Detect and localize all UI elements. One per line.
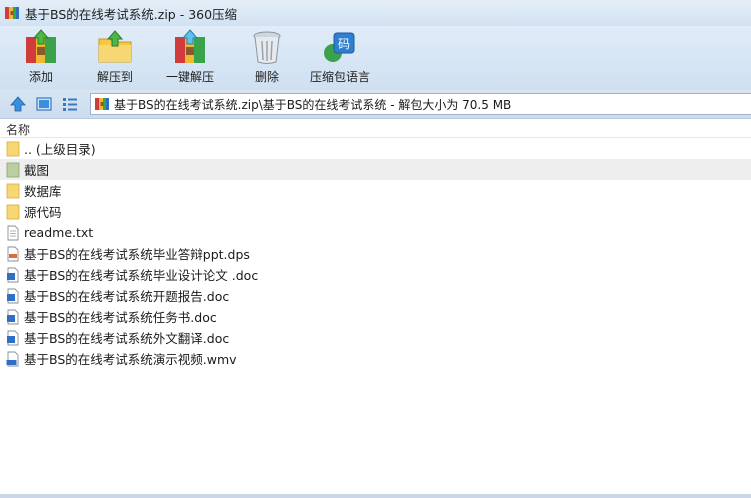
file-name: 基于BS的在线考试系统开题报告.doc (24, 289, 230, 304)
file-name: 基于BS的在线考试系统外文翻译.doc (24, 331, 230, 346)
arrow-up-icon[interactable] (9, 95, 27, 113)
extract-to-icon (98, 30, 132, 63)
file-row-assignment[interactable]: 基于BS的在线考试系统任务书.doc (0, 306, 751, 327)
archive-app-icon (5, 7, 19, 19)
file-name: 基于BS的在线考试系统任务书.doc (24, 310, 217, 325)
folder-icon (6, 204, 20, 219)
word-document-icon (7, 288, 19, 303)
file-name: 源代码 (24, 205, 62, 220)
word-document-icon (7, 309, 19, 324)
delete-button-label: 删除 (254, 70, 279, 84)
file-name: 数据库 (24, 184, 62, 199)
address-bar: 基于BS的在线考试系统.zip\基于BS的在线考试系统 - 解包大小为 70.5… (0, 90, 751, 119)
file-row-translation[interactable]: 基于BS的在线考试系统外文翻译.doc (0, 327, 751, 348)
path-text: 基于BS的在线考试系统.zip\基于BS的在线考试系统 - 解包大小为 70.5… (114, 97, 512, 112)
svg-text:码: 码 (338, 37, 350, 51)
archive-language-button[interactable]: 码 压缩包语言 (310, 29, 370, 87)
add-archive-icon (26, 29, 56, 63)
word-document-icon (7, 330, 19, 345)
add-button[interactable]: 添加 (22, 29, 60, 87)
file-row-database[interactable]: 数据库 (0, 180, 751, 201)
archive-language-icon: 码 (324, 32, 355, 62)
text-file-icon (7, 225, 19, 240)
extract-to-button[interactable]: 解压到 (96, 29, 134, 87)
extract-to-button-label: 解压到 (96, 70, 133, 84)
file-row-thesis[interactable]: 基于BS的在线考试系统毕业设计论文 .doc (0, 264, 751, 285)
one-click-extract-button[interactable]: 一键解压 (166, 29, 214, 87)
file-name: 基于BS的在线考试系统毕业设计论文 .doc (24, 268, 259, 283)
file-row-readme[interactable]: readme.txt (0, 222, 751, 243)
video-file-icon (6, 351, 19, 366)
file-name: readme.txt (24, 225, 94, 240)
folder-icon (6, 141, 20, 156)
list-view-icon[interactable] (61, 95, 79, 113)
column-header-name[interactable]: 名称 (6, 121, 30, 138)
file-row-proposal[interactable]: 基于BS的在线考试系统开题报告.doc (0, 285, 751, 306)
one-click-extract-icon (175, 29, 205, 63)
file-name: .. (上级目录) (24, 142, 96, 157)
archive-language-button-label: 压缩包语言 (310, 70, 371, 84)
file-name: 截图 (24, 163, 50, 178)
zip-archive-icon (95, 98, 109, 110)
file-row-source-code[interactable]: 源代码 (0, 201, 751, 222)
file-row-video[interactable]: 基于BS的在线考试系统演示视频.wmv (0, 348, 751, 369)
folder-icon (6, 183, 20, 198)
file-row-parent[interactable]: .. (上级目录) (0, 138, 751, 159)
list-header: 名称 (0, 119, 751, 138)
image-folder-icon (6, 162, 20, 177)
window-bottom-edge (0, 494, 751, 498)
title-bar: 基于BS的在线考试系统.zip - 360压缩 (0, 0, 751, 26)
presentation-file-icon (7, 246, 19, 261)
path-field[interactable]: 基于BS的在线考试系统.zip\基于BS的在线考试系统 - 解包大小为 70.5… (90, 93, 751, 115)
add-button-label: 添加 (28, 70, 53, 84)
window-title: 基于BS的在线考试系统.zip - 360压缩 (25, 6, 238, 22)
file-name: 基于BS的在线考试系统演示视频.wmv (24, 352, 237, 367)
delete-trash-icon (253, 31, 281, 64)
toolbar: 添加 解压到 一键解压 删除 码 压缩包语言 (0, 26, 751, 90)
file-list: .. (上级目录) 截图 数据库 源代码 readme.txt 基于BS的在线考… (0, 138, 751, 369)
file-row-dps[interactable]: 基于BS的在线考试系统毕业答辩ppt.dps (0, 243, 751, 264)
one-click-extract-button-label: 一键解压 (166, 70, 215, 84)
file-row-screenshots[interactable]: 截图 (0, 159, 751, 180)
thumbnail-view-icon[interactable] (35, 95, 53, 113)
delete-button[interactable]: 删除 (248, 29, 286, 87)
word-document-icon (7, 267, 19, 282)
file-name: 基于BS的在线考试系统毕业答辩ppt.dps (24, 247, 250, 262)
